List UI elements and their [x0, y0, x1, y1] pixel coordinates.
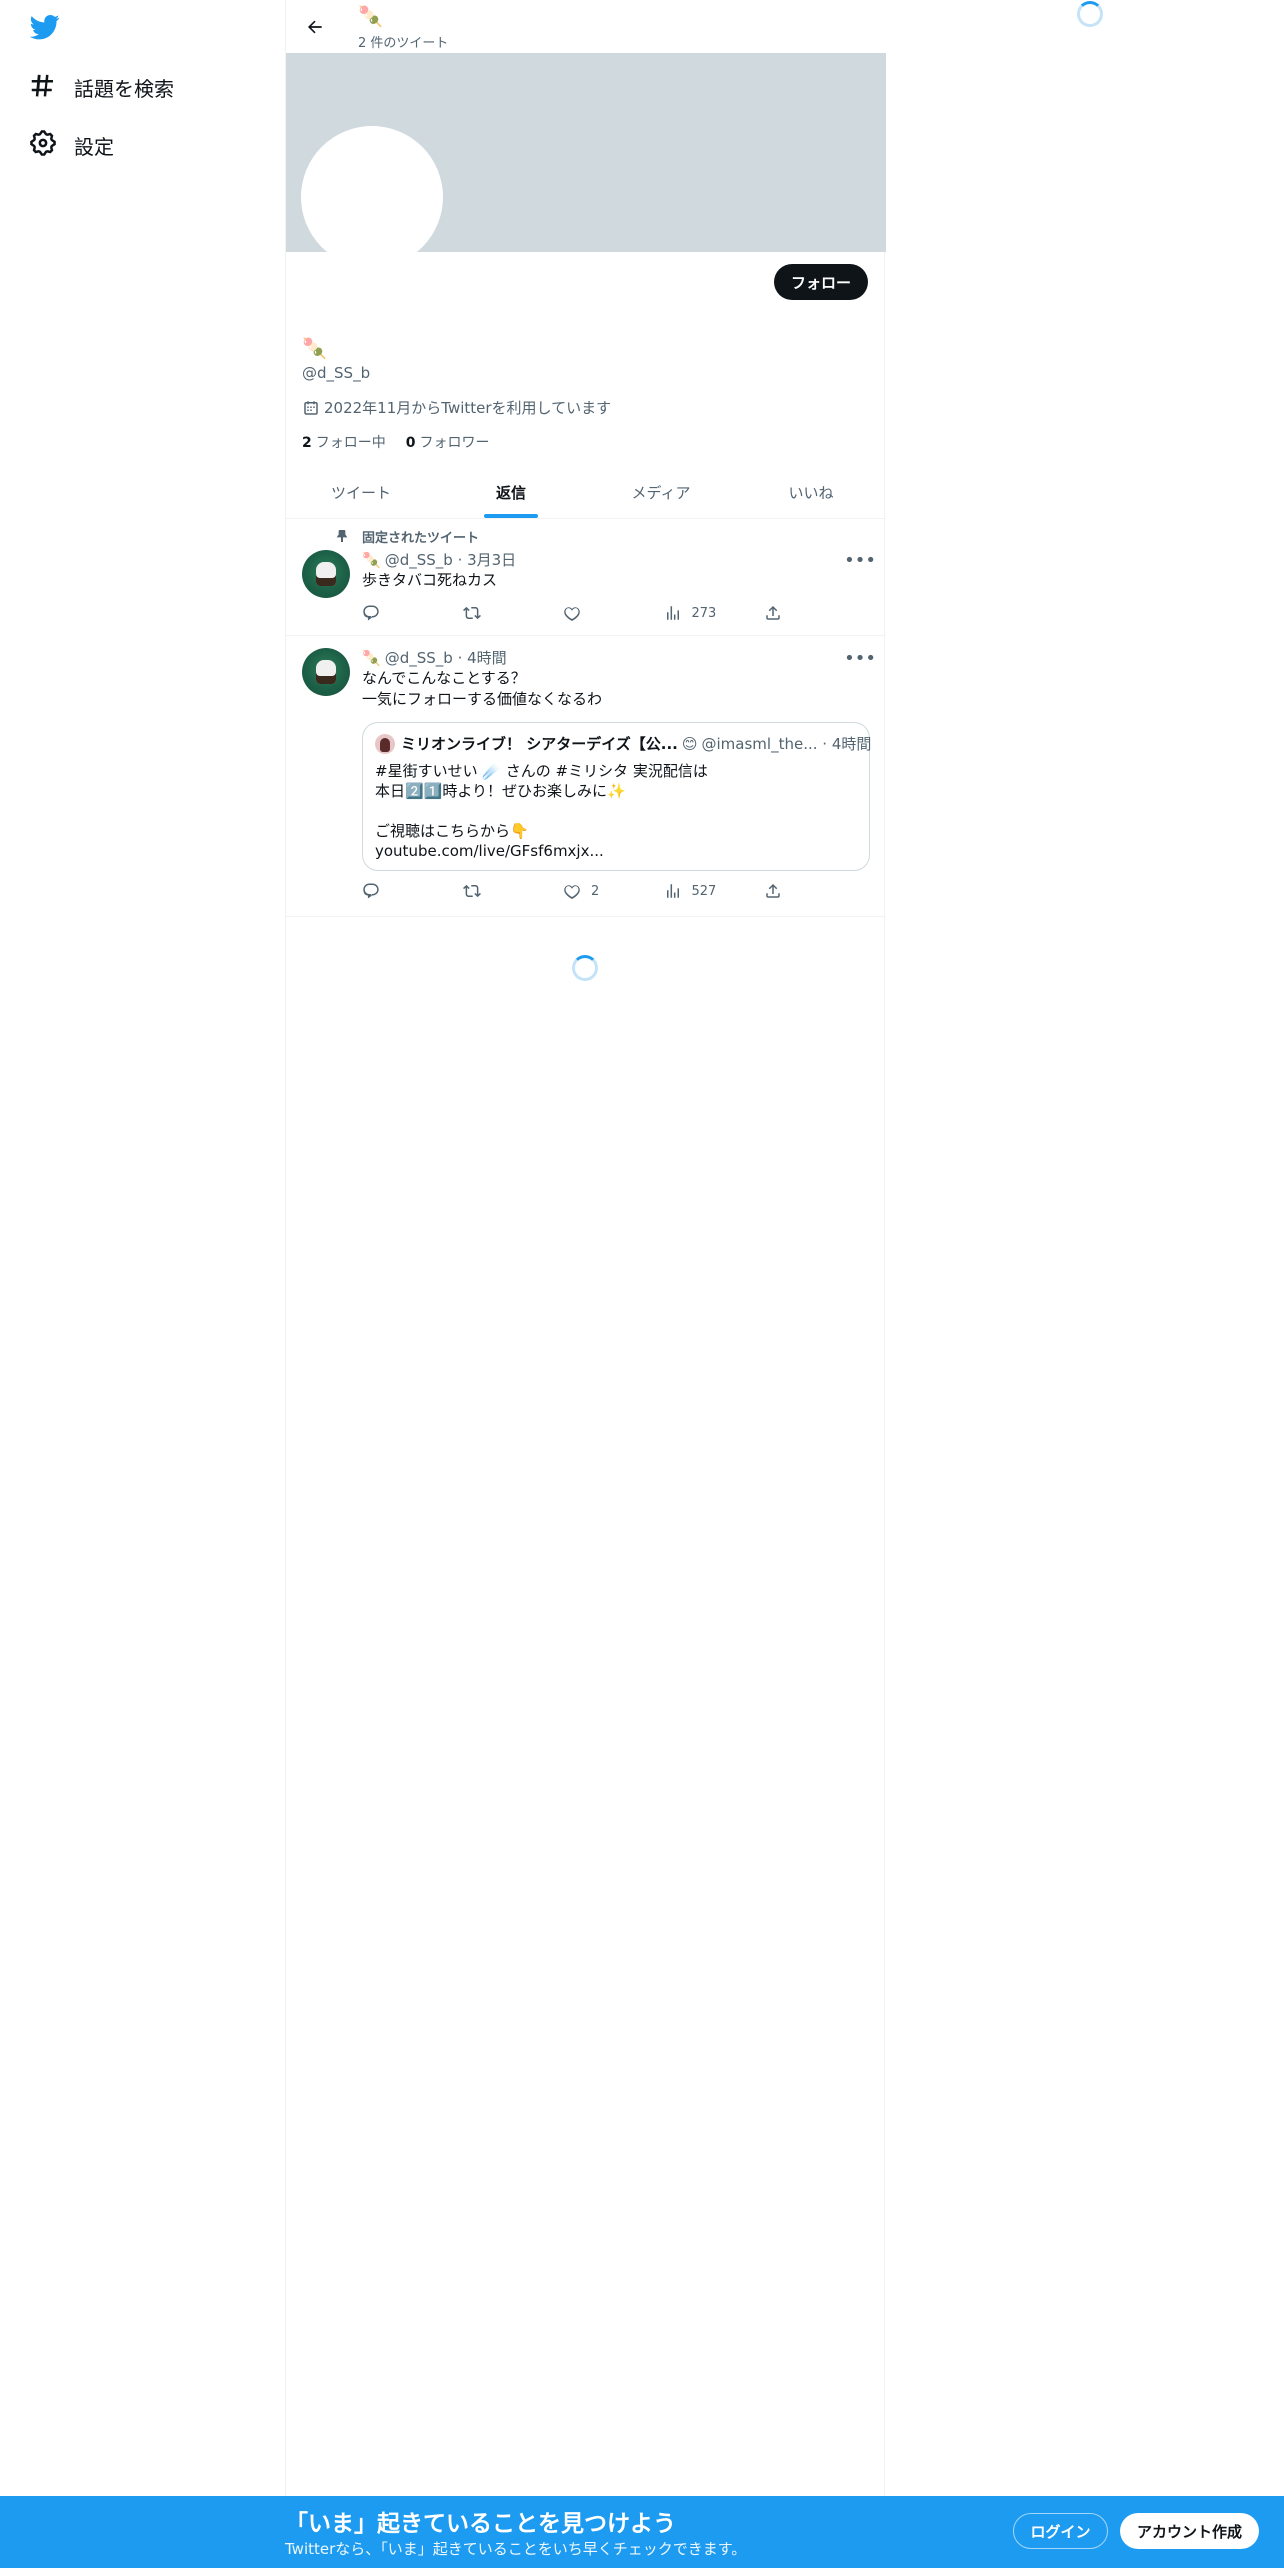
quote-time: · 4時間	[822, 735, 872, 753]
views-button[interactable]: 527	[664, 882, 744, 900]
signup-button[interactable]: アカウント作成	[1120, 2513, 1259, 2549]
bottom-bar-title: 「いま」起きていることを見つけよう	[285, 2511, 676, 2537]
nav-explore[interactable]: 話題を検索	[28, 62, 174, 112]
tweet-actions: 2 527	[362, 882, 794, 900]
retweet-button[interactable]	[462, 604, 543, 622]
quote-avatar	[375, 733, 395, 754]
more-icon[interactable]: •••	[844, 648, 876, 669]
avatar[interactable]	[302, 648, 350, 696]
avatar[interactable]	[302, 550, 350, 598]
pinned-label: 固定されたツイート	[362, 531, 480, 546]
nav-settings[interactable]: 設定	[28, 120, 114, 170]
calendar-icon	[304, 400, 318, 415]
like-button[interactable]	[563, 604, 643, 622]
tab-replies-label: 返信	[495, 483, 526, 502]
reply-icon	[363, 883, 379, 899]
tab-tweets[interactable]: ツイート	[286, 466, 436, 518]
reply-icon	[363, 605, 379, 621]
profile-header-bar: 🍡 2 件のツイート	[286, 0, 886, 53]
tab-likes-label: いいね	[788, 483, 834, 502]
reply-button[interactable]	[362, 604, 442, 622]
views-button[interactable]: 273	[664, 604, 744, 622]
profile-avatar[interactable]	[301, 126, 443, 268]
share-button[interactable]	[764, 604, 794, 622]
verified-badge-icon: 😊	[681, 734, 698, 753]
followers-link[interactable]: 0 フォロワー	[406, 432, 490, 452]
follow-button[interactable]: フォロー	[773, 264, 868, 300]
quote-author-handle: @imasml_the...	[701, 734, 818, 753]
view-count: 273	[691, 605, 717, 621]
like-button[interactable]: 2	[563, 882, 643, 900]
sidebar-loading-spinner-icon	[1077, 1, 1103, 27]
signup-bottom-bar: 「いま」起きていることを見つけよう Twitterなら、「いま」起きていることを…	[0, 2496, 1284, 2568]
reply-button[interactable]	[362, 882, 442, 900]
bottom-bar-subtitle: Twitterなら、「いま」起きていることをいち早くチェックできます。	[285, 2540, 747, 2558]
share-button[interactable]	[764, 882, 794, 900]
profile-joined: 2022年11月からTwitterを利用しています	[302, 397, 611, 418]
active-tab-indicator	[484, 514, 538, 518]
tweet-time[interactable]: · 3月3日	[458, 549, 517, 570]
tab-media-label: メディア	[631, 483, 691, 502]
tweet[interactable]: 🍡 @d_SS_b · 4時間 ••• なんでこんなことする？ 一気にフォローす…	[286, 636, 886, 917]
tweet-author-name[interactable]: 🍡	[362, 649, 381, 667]
view-count: 527	[691, 883, 717, 899]
pin-icon	[334, 528, 350, 544]
tweet-text: なんでこんなことする？ 一気にフォローする価値なくなるわ	[362, 669, 603, 708]
tweet-author-handle[interactable]: @d_SS_b	[385, 649, 453, 667]
profile-display-name: 🍡	[302, 336, 327, 360]
hashtag-icon	[28, 70, 58, 105]
header-display-name: 🍡	[358, 4, 383, 28]
following-link[interactable]: 2 フォロー中	[302, 432, 386, 452]
back-arrow-icon[interactable]	[300, 12, 330, 42]
nav-explore-label: 話題を検索	[74, 76, 174, 101]
followers-count: 0	[405, 435, 416, 451]
heart-icon	[564, 885, 580, 900]
views-icon	[666, 606, 679, 620]
retweet-button[interactable]	[462, 882, 543, 900]
retweet-icon	[462, 884, 481, 898]
more-icon[interactable]: •••	[844, 550, 876, 571]
twitter-logo-icon[interactable]	[28, 12, 62, 42]
profile-handle: @d_SS_b	[302, 364, 371, 382]
share-icon	[766, 883, 780, 898]
tweet-header: 🍡 @d_SS_b · 3月3日	[362, 549, 516, 570]
tab-replies[interactable]: 返信	[436, 466, 586, 518]
quote-header: ミリオンライブ！ シアターデイズ【公... 😊 @imasml_the... ·…	[375, 733, 871, 754]
login-button[interactable]: ログイン	[1013, 2513, 1108, 2549]
following-count: 2	[302, 435, 312, 451]
gear-icon	[28, 128, 58, 163]
main-column: 🍡 2 件のツイート フォロー 🍡 @d_SS_b 2022年11月からTwit…	[285, 0, 886, 2496]
tweet-pinned[interactable]: 固定されたツイート 🍡 @d_SS_b · 3月3日 ••• 歩きタバコ死ねカス…	[286, 520, 886, 636]
left-nav: 話題を検索 設定	[0, 0, 285, 2496]
following-label: フォロー中	[315, 435, 386, 451]
loading-spinner-icon	[572, 955, 598, 981]
quote-tweet[interactable]: ミリオンライブ！ シアターデイズ【公... 😊 @imasml_the... ·…	[362, 722, 871, 871]
retweet-icon	[462, 606, 481, 620]
tab-likes[interactable]: いいね	[736, 466, 886, 518]
tweet-author-name[interactable]: 🍡	[362, 551, 381, 569]
tweet-time[interactable]: · 4時間	[458, 647, 507, 668]
profile-stats: 2 フォロー中 0 フォロワー	[302, 432, 510, 452]
tab-media[interactable]: メディア	[586, 466, 736, 518]
header-tweet-count: 2 件のツイート	[358, 36, 449, 51]
quote-text: #星街すいせい ☄️ さんの #ミリシタ 実況配信は 本日2️⃣1️⃣時より！ぜ…	[375, 762, 708, 860]
quote-author-name: ミリオンライブ！ シアターデイズ【公...	[401, 735, 678, 753]
like-count: 2	[591, 883, 600, 899]
tweet-author-handle[interactable]: @d_SS_b	[385, 551, 453, 569]
share-icon	[766, 605, 780, 620]
heart-icon	[564, 607, 580, 622]
tweet-text: 歩きタバコ死ねカス	[362, 571, 498, 589]
profile-joined-text: 2022年11月からTwitterを利用しています	[324, 399, 612, 417]
tab-tweets-label: ツイート	[330, 483, 391, 502]
views-icon	[666, 884, 679, 898]
tweet-actions: 273	[362, 604, 794, 622]
followers-label: フォロワー	[419, 435, 490, 451]
nav-settings-label: 設定	[74, 134, 114, 159]
tweet-header: 🍡 @d_SS_b · 4時間	[362, 647, 507, 668]
profile-tabs: ツイート 返信 メディア いいね	[286, 466, 886, 519]
